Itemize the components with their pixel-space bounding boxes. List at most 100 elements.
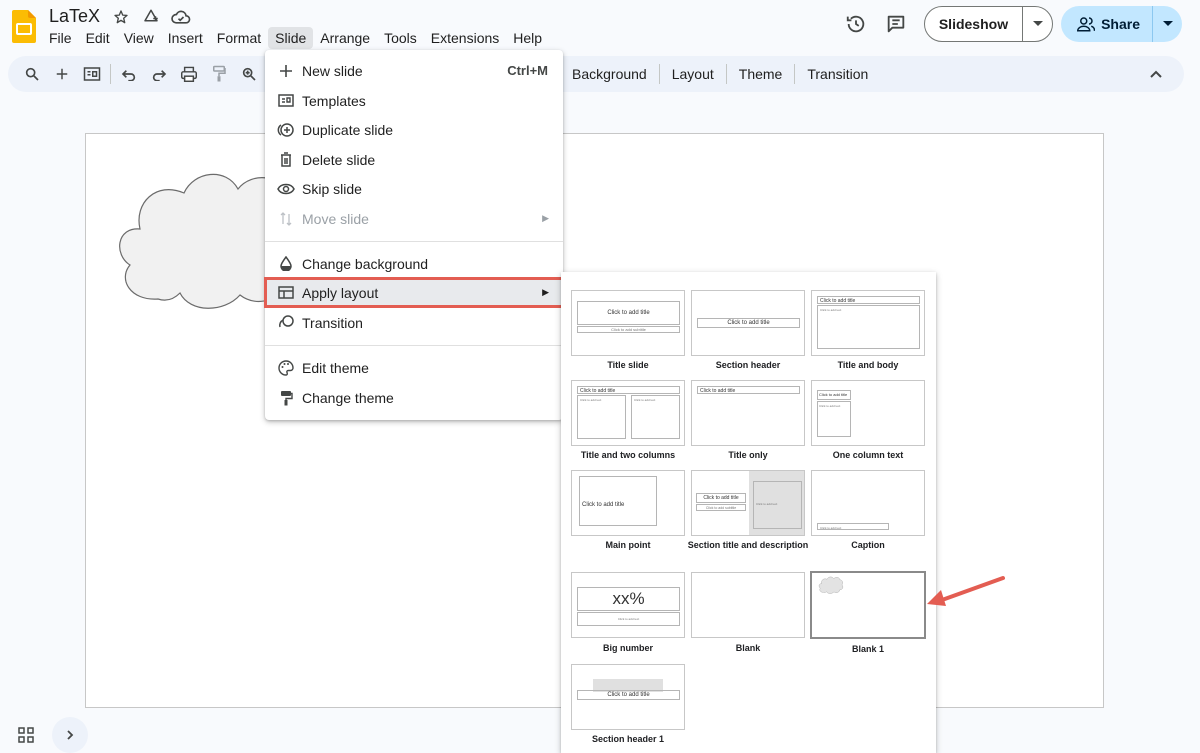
menu-help[interactable]: Help — [506, 27, 549, 49]
layout-thumb-title-and-body[interactable]: Click to add title Click to add text — [811, 290, 925, 356]
menu-slide[interactable]: Slide — [268, 27, 314, 49]
layout-thumb-section-header[interactable]: Click to add title — [691, 290, 805, 356]
trash-icon — [277, 151, 295, 169]
layout-thumb-section-header-1[interactable]: Click to add title — [571, 664, 685, 730]
layout-thumb-section-title-and-description[interactable]: Click to add text Click to add title Cli… — [691, 470, 805, 536]
layout-thumb-blank-1[interactable] — [810, 571, 926, 639]
menu-item-edit-theme[interactable]: Edit theme — [265, 353, 563, 382]
comments-icon[interactable] — [876, 6, 916, 42]
toolbar-divider — [110, 64, 111, 84]
menu-item-label: Move slide — [302, 210, 369, 227]
star-icon[interactable] — [110, 7, 132, 27]
toolbar-theme-button[interactable]: Theme — [727, 66, 795, 82]
menu-item-duplicate-slide[interactable]: Duplicate slide — [265, 115, 563, 144]
duplicate-icon — [277, 121, 295, 139]
layout-label: Title slide — [607, 360, 649, 370]
menu-edit[interactable]: Edit — [79, 27, 117, 49]
redo-icon[interactable] — [147, 62, 171, 86]
menu-item-label: Edit theme — [302, 359, 369, 376]
body-placeholder: Click to add text — [817, 401, 851, 437]
move-to-folder-icon[interactable] — [140, 7, 162, 27]
menu-item-label: Templates — [302, 92, 366, 109]
menu-item-skip-slide[interactable]: Skip slide — [265, 174, 563, 203]
grid-view-icon[interactable] — [14, 723, 38, 747]
plus-icon — [277, 62, 295, 80]
toolbar-background-button[interactable]: Background — [560, 66, 659, 82]
layout-label: Big number — [602, 643, 653, 653]
submenu-arrow-icon: ▶ — [542, 213, 549, 223]
menu-item-templates[interactable]: Templates — [265, 86, 563, 115]
submenu-arrow-icon: ▶ — [542, 287, 549, 297]
paint-format-icon[interactable] — [207, 62, 231, 86]
menu-view[interactable]: View — [117, 27, 161, 49]
layout-label: Section title and description — [687, 540, 809, 550]
palette-icon — [277, 359, 295, 377]
layout-selector-icon[interactable] — [80, 62, 104, 86]
document-title[interactable]: LaTeX — [49, 6, 100, 27]
menu-item-label: Apply layout — [302, 284, 379, 301]
menu-divider — [265, 241, 563, 242]
layout-thumb-title-only[interactable]: Click to add title — [691, 380, 805, 446]
slideshow-button-group: Slideshow — [923, 6, 1054, 42]
layout-thumb-blank[interactable] — [691, 572, 805, 638]
body-placeholder: Click to add text — [577, 612, 680, 626]
layout-thumb-title-and-two-columns[interactable]: Click to add title Click to add text Cli… — [571, 380, 685, 446]
layout-label: Title and body — [837, 360, 899, 370]
menu-bar: File Edit View Insert Format Slide Arran… — [42, 27, 549, 49]
eye-icon — [277, 180, 295, 198]
menu-item-label: Delete slide — [302, 151, 376, 168]
menu-item-transition[interactable]: Transition — [265, 308, 563, 337]
move-icon — [277, 210, 295, 228]
zoom-icon[interactable] — [237, 62, 261, 86]
share-dropdown-button[interactable] — [1152, 6, 1182, 42]
layout-thumb-title-slide[interactable]: Click to add title Click to add subtitle — [571, 290, 685, 356]
caret-down-icon — [1162, 21, 1173, 26]
menu-item-label: Change theme — [302, 389, 394, 406]
layout-thumb-big-number[interactable]: xx% Click to add text — [571, 572, 685, 638]
title-placeholder: Click to add title — [579, 476, 657, 526]
slideshow-button[interactable]: Slideshow — [925, 7, 1022, 41]
menu-item-label: New slide — [302, 62, 363, 79]
toolbar-transition-button[interactable]: Transition — [795, 66, 880, 82]
cloud-saved-icon[interactable] — [170, 7, 192, 27]
menu-extensions[interactable]: Extensions — [424, 27, 506, 49]
menu-item-change-background[interactable]: Change background — [265, 249, 563, 278]
slideshow-dropdown-button[interactable] — [1022, 7, 1052, 41]
menu-item-change-theme[interactable]: Change theme — [265, 383, 563, 412]
big-number-placeholder: xx% — [577, 587, 680, 611]
toolbar: Background Layout Theme Transition — [8, 56, 1184, 92]
layout-label: Blank 1 — [851, 644, 884, 654]
share-button[interactable]: Share — [1061, 6, 1152, 42]
menu-arrange[interactable]: Arrange — [313, 27, 377, 49]
menu-item-new-slide[interactable]: New slide Ctrl+M — [265, 56, 563, 85]
layout-thumb-one-column-text[interactable]: Click to add title Click to add text — [811, 380, 925, 446]
annotation-arrow — [927, 576, 1005, 606]
slides-logo-icon[interactable] — [12, 10, 36, 43]
new-slide-icon[interactable] — [50, 62, 74, 86]
print-icon[interactable] — [177, 62, 201, 86]
layout-thumb-caption[interactable]: Click to add text — [811, 470, 925, 536]
toolbar-layout-button[interactable]: Layout — [660, 66, 726, 82]
undo-icon[interactable] — [117, 62, 141, 86]
caption-placeholder: Click to add text — [817, 523, 889, 530]
version-history-icon[interactable] — [836, 6, 876, 42]
search-menus-icon[interactable] — [20, 62, 44, 86]
layout-label: Title only — [728, 450, 768, 460]
menu-item-label: Transition — [302, 314, 363, 331]
templates-icon — [277, 92, 295, 110]
menu-item-label: Duplicate slide — [302, 121, 394, 138]
menu-item-delete-slide[interactable]: Delete slide — [265, 145, 563, 174]
collapse-toolbar-icon[interactable] — [1146, 64, 1166, 84]
menu-tools[interactable]: Tools — [377, 27, 424, 49]
expand-filmstrip-button[interactable] — [52, 717, 88, 753]
menu-item-apply-layout[interactable]: Apply layout ▶ — [264, 277, 564, 308]
menu-format[interactable]: Format — [210, 27, 268, 49]
layout-thumb-main-point[interactable]: Click to add title — [571, 470, 685, 536]
layout-label: Caption — [851, 540, 885, 550]
title-placeholder: Click to add title — [577, 301, 680, 325]
menu-divider — [265, 345, 563, 346]
apply-layout-submenu: Click to add title Click to add subtitle… — [561, 272, 936, 753]
menu-file[interactable]: File — [42, 27, 79, 49]
menu-insert[interactable]: Insert — [161, 27, 210, 49]
layout-label: Main point — [605, 540, 651, 550]
